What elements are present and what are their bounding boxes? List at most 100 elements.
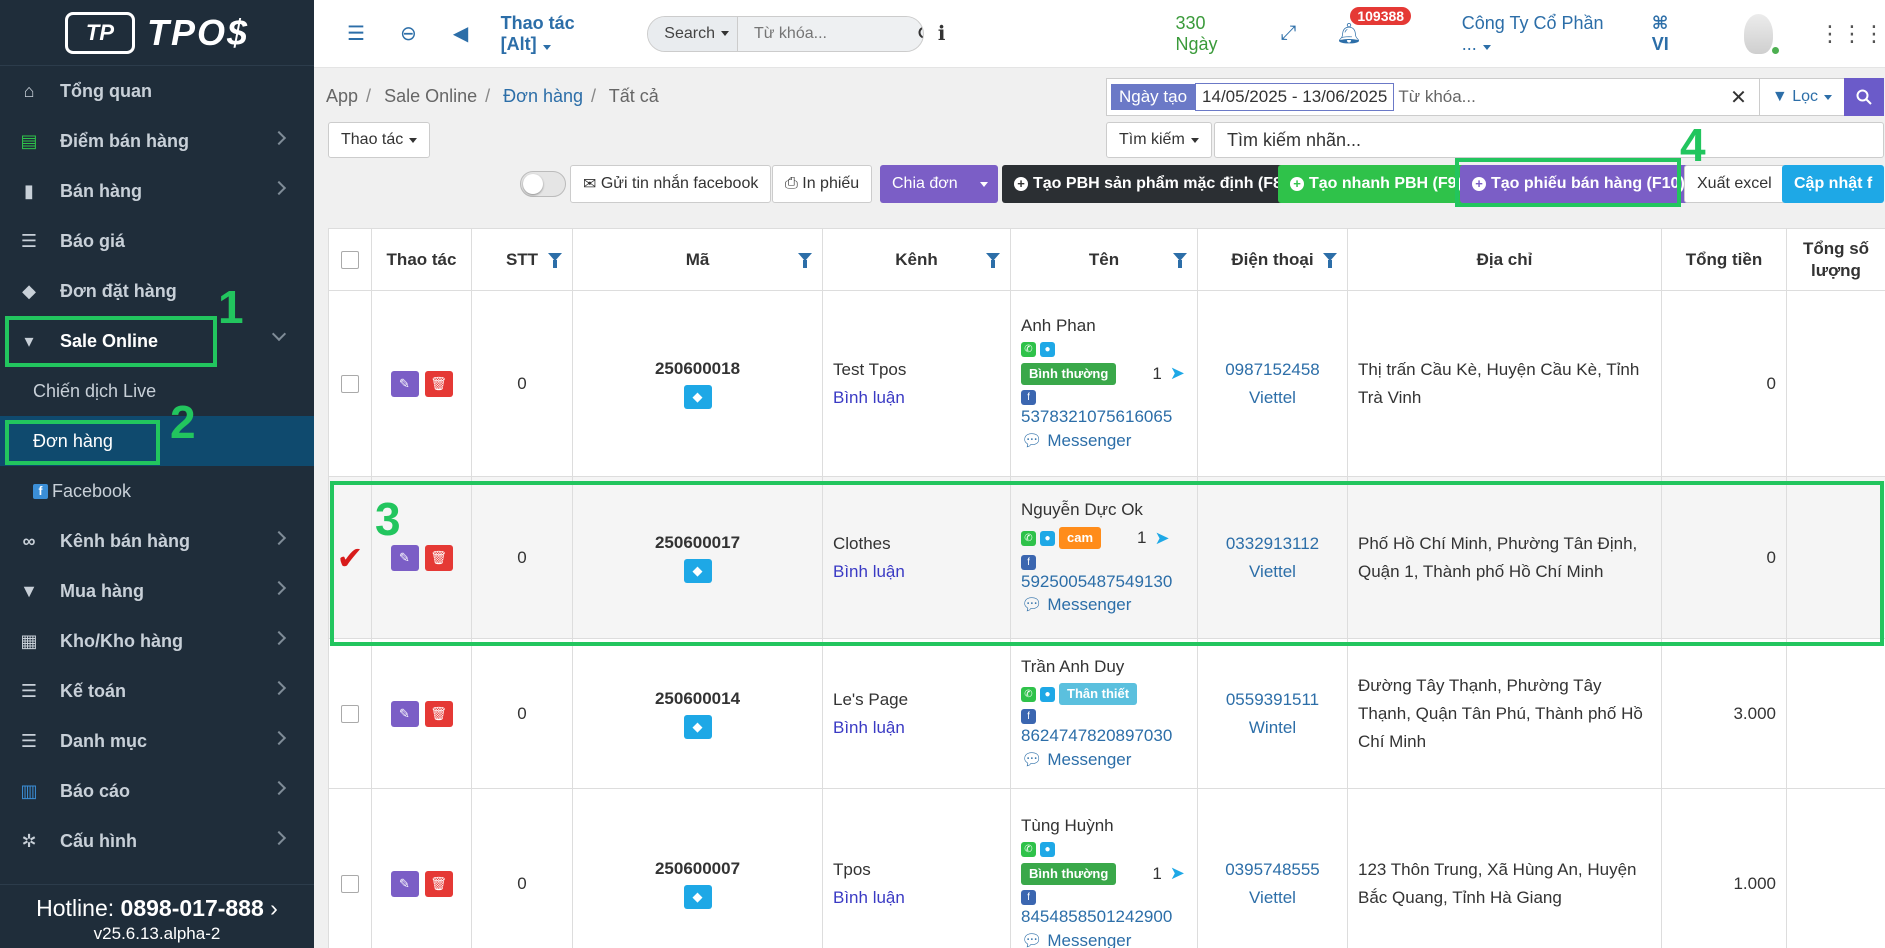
send-icon[interactable]: ➤ xyxy=(1170,861,1185,886)
filter-icon[interactable] xyxy=(1173,253,1187,268)
logo[interactable]: TP TPO$ xyxy=(0,0,314,66)
comment-link[interactable]: Bình luận xyxy=(833,714,1010,742)
filter-dropdown-button[interactable]: ▼ Lọc xyxy=(1758,79,1844,115)
order-code[interactable]: 250600007 xyxy=(573,859,822,879)
sidebar-subitem-0[interactable]: Chiến dịch Live xyxy=(0,366,314,416)
send-facebook-message-button[interactable]: ✉ Gửi tin nhắn facebook xyxy=(570,165,772,203)
facebook-icon: f xyxy=(1866,175,1873,192)
date-range-input[interactable]: 14/05/2025 - 13/06/2025 xyxy=(1195,83,1395,111)
row-checkbox[interactable] xyxy=(341,874,359,893)
sidebar-item-1[interactable]: ▤ Điểm bán hàng xyxy=(0,116,314,166)
comment-link[interactable]: Bình luận xyxy=(833,884,1010,912)
menu-toggle-icon[interactable]: ☰ xyxy=(346,21,366,46)
sidebar-item-label: Kênh bán hàng xyxy=(60,530,190,551)
create-default-invoice-button[interactable]: + Tạo PBH sản phẩm mặc định (F8) xyxy=(1002,165,1300,203)
toggle-switch[interactable] xyxy=(520,171,566,197)
sidebar-item-label: Điểm bán hàng xyxy=(60,130,190,151)
megaphone-icon[interactable]: ◀ xyxy=(450,21,470,46)
header-phone[interactable]: Điện thoại xyxy=(1197,228,1348,291)
fullscreen-icon[interactable]: ⤢ xyxy=(1280,22,1296,45)
phone-number[interactable]: 0559391511 xyxy=(1198,686,1347,714)
update-button[interactable]: Cập nhật f xyxy=(1782,165,1885,203)
table-row[interactable]: ✎ 🗑︎ 0 250600007 ◆ Tpos Bình luận Tùng Huỳnh ✆ ● B… xyxy=(328,788,1885,948)
messenger-link[interactable]: 💬︎ Messenger xyxy=(1021,748,1187,772)
apps-grid-icon[interactable]: ⋮⋮⋮ xyxy=(1819,21,1885,47)
sidebar-item-2[interactable]: ▮ Bán hàng xyxy=(0,166,314,216)
tag-icon[interactable]: ◆ xyxy=(683,884,712,909)
filter-search-button[interactable] xyxy=(1844,78,1884,116)
avatar[interactable] xyxy=(1744,13,1779,54)
hotline[interactable]: Hotline: 0898-017-888 › v25.6.13.alpha-2 xyxy=(0,884,314,948)
envelope-icon: ✉ xyxy=(583,176,597,193)
facebook-user-id[interactable]: 5378321075616065 xyxy=(1021,405,1187,429)
table-row[interactable]: ✎ 🗑︎ 0 250600014 ◆ Le's Page Bình luận Trần Anh… xyxy=(328,638,1885,789)
sidebar-item-4[interactable]: ◆ Đơn đặt hàng xyxy=(0,266,314,316)
quick-create-invoice-button[interactable]: + Tạo nhanh PBH (F9) xyxy=(1278,165,1474,203)
sidebar-subitem-2[interactable]: f Facebook xyxy=(0,466,314,516)
sidebar-item-label: Báo giá xyxy=(60,230,126,251)
phone-number[interactable]: 0395748555 xyxy=(1198,856,1347,884)
phone-number[interactable]: 0987152458 xyxy=(1198,356,1347,384)
trash-icon[interactable]: 🗑︎ xyxy=(424,870,453,897)
clear-filter-icon[interactable]: ✕ xyxy=(1730,85,1747,110)
header-channel[interactable]: Kênh xyxy=(822,228,1011,291)
row-checkbox[interactable] xyxy=(341,374,359,393)
breadcrumb-orders[interactable]: Đơn hàng xyxy=(503,86,583,106)
filter-icon[interactable] xyxy=(548,253,562,268)
order-code[interactable]: 250600018 xyxy=(573,359,822,379)
select-all-checkbox[interactable] xyxy=(341,250,359,269)
sidebar-item-3[interactable]: ☰ Báo giá xyxy=(0,216,314,266)
row-qty xyxy=(1786,638,1885,789)
tag-icon[interactable]: ◆ xyxy=(683,384,712,409)
language-switcher[interactable]: ⌘ VI xyxy=(1652,13,1685,55)
breadcrumb-app[interactable]: App xyxy=(326,86,358,106)
sidebar-item-0[interactable]: ⌂ Tổng quan xyxy=(0,66,314,116)
filter-icon[interactable] xyxy=(798,253,812,268)
edit-icon[interactable]: ✎ xyxy=(390,370,419,397)
facebook-user-id[interactable]: 8624747820897030 xyxy=(1021,724,1187,748)
table-row[interactable]: ✎ 🗑︎ 0 250600018 ◆ Test Tpos Bình luận Anh Phan… xyxy=(328,290,1885,477)
header-search-input[interactable] xyxy=(738,16,918,51)
bulk-actions-dropdown[interactable]: Thao tác xyxy=(328,122,431,158)
header-stt[interactable]: STT xyxy=(471,228,573,291)
sidebar-item-after-4[interactable]: ☰ Danh mục xyxy=(0,716,314,766)
zoom-search-icon[interactable]: ⊖ xyxy=(398,21,418,46)
messenger-link[interactable]: 💬︎ Messenger xyxy=(1021,429,1187,453)
sidebar-item-after-1[interactable]: ▼ Mua hàng xyxy=(0,566,314,616)
header-name[interactable]: Tên xyxy=(1010,228,1198,291)
sidebar-item-after-6[interactable]: ✲ Cấu hình xyxy=(0,816,314,866)
sidebar-item-after-0[interactable]: ∞ Kênh bán hàng xyxy=(0,516,314,566)
annotation-number-3: 3 xyxy=(375,493,401,545)
search-type-select[interactable]: Search xyxy=(648,16,738,51)
send-icon[interactable]: ➤ xyxy=(1170,361,1185,386)
edit-icon[interactable]: ✎ xyxy=(390,700,419,727)
tag-search-input[interactable]: Tìm kiếm nhãn... xyxy=(1214,122,1884,158)
header-code[interactable]: Mã xyxy=(572,228,823,291)
sidebar-item-after-2[interactable]: ▦ Kho/Kho hàng xyxy=(0,616,314,666)
trash-icon[interactable]: 🗑︎ xyxy=(424,700,453,727)
print-button[interactable]: ⎙ In phiếu xyxy=(772,165,873,203)
grid-icon: ▦ xyxy=(20,630,38,651)
sidebar-item-after-5[interactable]: ▥ Báo cáo xyxy=(0,766,314,816)
filter-icon[interactable] xyxy=(1323,253,1337,268)
date-filter-label[interactable]: Ngày tạo xyxy=(1111,84,1196,110)
actions-dropdown[interactable]: Thao tác [Alt] xyxy=(501,13,610,55)
tag-icon[interactable]: ◆ xyxy=(683,714,712,739)
company-dropdown[interactable]: Công Ty Cổ Phần ... xyxy=(1462,13,1610,55)
notification-bell-icon[interactable]: 🔔︎ 109388 xyxy=(1336,7,1412,46)
filter-keyword-input[interactable]: Từ khóa... xyxy=(1394,87,1730,107)
search-icon[interactable] xyxy=(918,17,923,51)
facebook-user-id[interactable]: 8454858501242900 xyxy=(1021,905,1187,929)
edit-icon[interactable]: ✎ xyxy=(390,870,419,897)
trash-icon[interactable]: 🗑︎ xyxy=(424,370,453,397)
order-code[interactable]: 250600014 xyxy=(573,689,822,709)
comment-link[interactable]: Bình luận xyxy=(833,384,1010,412)
filter-icon[interactable] xyxy=(986,253,1000,268)
row-checkbox[interactable] xyxy=(341,704,359,723)
split-order-button[interactable]: Chia đơn xyxy=(880,165,998,203)
breadcrumb-sale-online[interactable]: Sale Online xyxy=(384,86,477,106)
search-mode-dropdown[interactable]: Tìm kiếm xyxy=(1106,122,1212,158)
info-icon[interactable]: ℹ xyxy=(938,21,946,46)
sidebar-item-after-3[interactable]: ☰ Kế toán xyxy=(0,666,314,716)
messenger-link[interactable]: 💬︎ Messenger xyxy=(1021,929,1187,948)
